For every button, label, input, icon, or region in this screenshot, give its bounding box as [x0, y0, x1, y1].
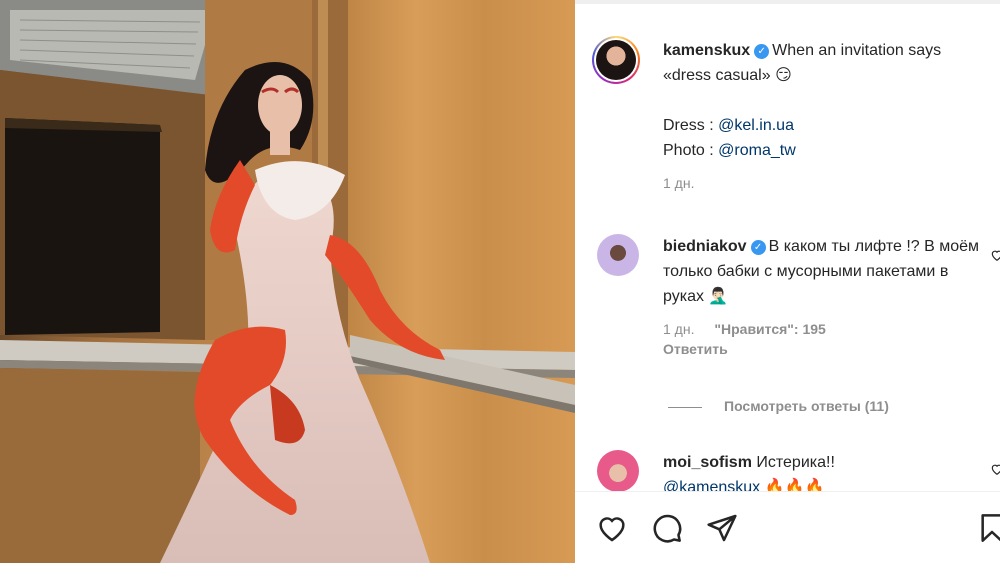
bookmark-icon[interactable]: [976, 512, 1000, 544]
comment-like-heart-icon[interactable]: [990, 462, 1000, 476]
comment-like-heart-icon[interactable]: [990, 248, 1000, 262]
dress-label: Dress :: [663, 117, 719, 134]
commenter-avatar[interactable]: [597, 234, 639, 276]
view-replies-label: Посмотреть ответы (11): [724, 398, 889, 414]
caption-line1: When an invitation says: [772, 42, 942, 59]
author-avatar[interactable]: [592, 36, 640, 84]
post-photo[interactable]: [0, 0, 575, 563]
photo-illustration: [0, 0, 575, 563]
photo-label: Photo :: [663, 142, 719, 159]
comment-username[interactable]: biedniakov: [663, 238, 747, 255]
comment-username[interactable]: moi_sofism: [663, 454, 752, 471]
comment-icon[interactable]: [651, 512, 683, 544]
post-timestamp[interactable]: 1 дн.: [663, 175, 1000, 191]
action-bar: [575, 491, 1000, 563]
author-username[interactable]: kamenskux: [663, 42, 750, 59]
verified-badge-icon: ✓: [750, 240, 766, 255]
heart-icon[interactable]: [596, 512, 628, 544]
paper-plane-icon[interactable]: [706, 512, 738, 544]
comment-timestamp[interactable]: 1 дн.: [663, 321, 694, 337]
caption-line2: «dress casual» 😏: [663, 67, 792, 84]
dress-link[interactable]: @kel.in.ua: [718, 117, 794, 134]
panel-top-border: [575, 0, 1000, 4]
photo-link[interactable]: @roma_tw: [718, 142, 796, 159]
comment: biedniakov ✓ В каком ты лифте !? В моём то…: [663, 234, 983, 357]
view-replies-button[interactable]: Посмотреть ответы (11): [668, 398, 889, 414]
reply-button[interactable]: Ответить: [663, 341, 983, 357]
view-replies-line: [668, 406, 702, 408]
post-caption: kamenskux ✓ When an invitation says «dress…: [663, 38, 1000, 191]
comment-text: Истерика!!: [756, 454, 835, 471]
verified-badge-icon: ✓: [754, 44, 770, 59]
comment-likes[interactable]: "Нравится": 195: [714, 321, 825, 337]
commenter-avatar[interactable]: [597, 450, 639, 492]
action-bar-divider: [575, 491, 1000, 492]
